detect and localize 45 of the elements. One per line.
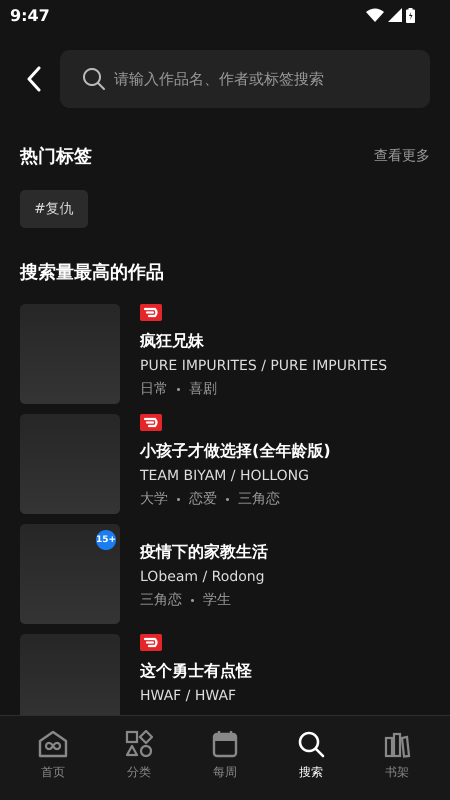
- separator-dot-icon: [226, 498, 229, 500]
- cover-thumbnail[interactable]: [20, 634, 120, 715]
- nav-tab[interactable]: 书架: [367, 716, 427, 800]
- calendar-icon: [212, 730, 238, 758]
- work-title[interactable]: 疫情下的家教生活: [140, 542, 268, 563]
- shapes-icon: [125, 730, 153, 758]
- section-title: 搜索量最高的作品: [20, 261, 164, 284]
- status-time: 9:47: [10, 6, 50, 24]
- genre-label: 三角恋: [238, 490, 280, 508]
- cover-thumbnail[interactable]: 15+: [20, 524, 120, 624]
- nav-tab[interactable]: 分类: [109, 716, 169, 800]
- work-title[interactable]: 疯狂兄妹: [140, 331, 204, 352]
- work-authors: LObeam / Rodong: [140, 569, 265, 585]
- books-icon: [383, 730, 411, 758]
- work-authors: HWAF / HWAF: [140, 688, 236, 704]
- work-title[interactable]: 这个勇士有点怪: [140, 661, 252, 682]
- search-icon: [82, 67, 106, 91]
- home-icon: [38, 730, 68, 758]
- nav-tab[interactable]: 搜索: [281, 716, 341, 800]
- cover-thumbnail[interactable]: [20, 414, 120, 514]
- genre-label: 大学: [140, 490, 168, 508]
- nav-tab[interactable]: 每周: [195, 716, 255, 800]
- genre-label: 三角恋: [140, 591, 182, 609]
- genre-label: 喜剧: [189, 380, 217, 398]
- separator-dot-icon: [191, 598, 194, 602]
- tag-chip[interactable]: #复仇: [20, 190, 88, 228]
- wifi-icon: [366, 8, 384, 22]
- work-authors: TEAM BIYAM / HOLLONG: [140, 468, 309, 484]
- see-more-link[interactable]: 查看更多: [374, 147, 430, 165]
- genre-label: 日常: [140, 380, 168, 398]
- search-icon: [297, 730, 325, 758]
- age-badge: 15+: [96, 530, 116, 550]
- cover-thumbnail[interactable]: [20, 304, 120, 404]
- separator-dot-icon: [177, 388, 180, 390]
- work-authors: PURE IMPURITES / PURE IMPURITES: [140, 358, 388, 374]
- work-title[interactable]: 小孩子才做选择(全年龄版): [140, 441, 331, 462]
- separator-dot-icon: [177, 498, 180, 500]
- signal-icon: [388, 8, 402, 22]
- search-field[interactable]: 请输入作品名、作者或标签搜索: [60, 50, 430, 108]
- genre-label: 学生: [203, 591, 231, 609]
- section-title: 热门标签: [20, 145, 92, 168]
- back-icon[interactable]: [26, 66, 42, 92]
- battery-icon: [406, 8, 415, 22]
- nav-tab[interactable]: 首页: [23, 716, 83, 800]
- genre-label: 恋爱: [189, 490, 217, 508]
